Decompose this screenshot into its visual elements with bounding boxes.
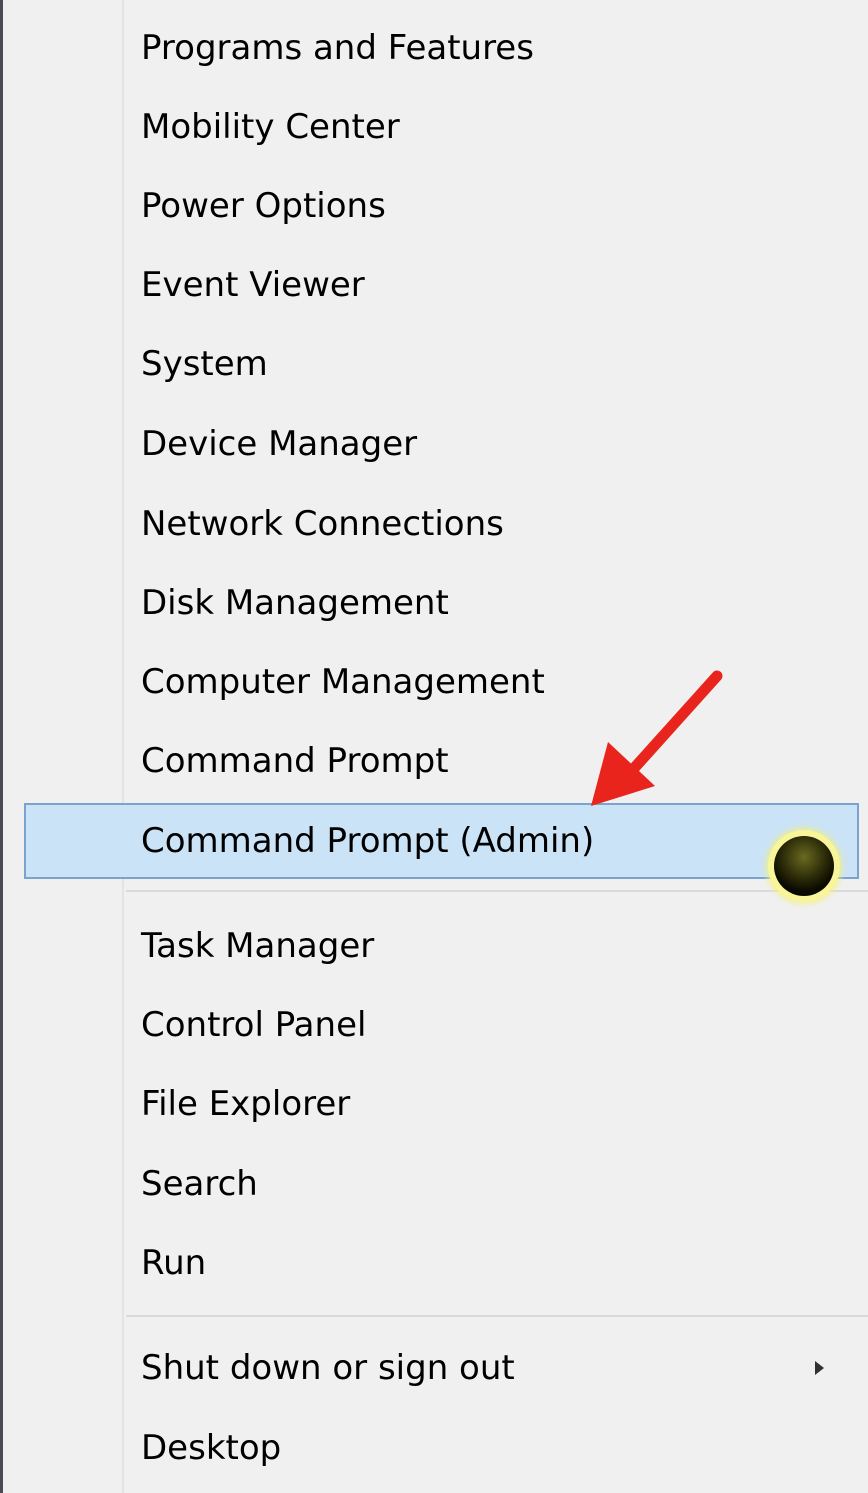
menu-item-label: Command Prompt (Admin)	[141, 821, 595, 861]
menu-item-label: Network Connections	[141, 504, 504, 544]
menu-item-label: Programs and Features	[141, 28, 534, 68]
menu-item-label: Control Panel	[141, 1005, 367, 1045]
menu-item-run[interactable]: Run	[3, 1225, 868, 1301]
menu-item-power-options[interactable]: Power Options	[3, 168, 868, 244]
menu-item-label: Disk Management	[141, 583, 449, 623]
menu-item-device-manager[interactable]: Device Manager	[3, 406, 868, 482]
menu-item-disk-management[interactable]: Disk Management	[3, 565, 868, 641]
menu-separator	[126, 890, 868, 892]
menu-item-label: Task Manager	[141, 926, 375, 966]
menu-item-network-connections[interactable]: Network Connections	[3, 486, 868, 562]
cursor-highlight-icon	[768, 830, 840, 902]
menu-item-label: Power Options	[141, 186, 386, 226]
menu-item-system[interactable]: System	[3, 326, 868, 402]
cursor-highlight-core	[774, 836, 834, 896]
menu-item-label: Desktop	[141, 1428, 282, 1468]
menu-item-computer-management[interactable]: Computer Management	[3, 644, 868, 720]
context-menu: Programs and Features Mobility Center Po…	[0, 0, 868, 1493]
menu-item-label: Computer Management	[141, 662, 545, 702]
menu-item-label: Event Viewer	[141, 265, 365, 305]
menu-item-mobility-center[interactable]: Mobility Center	[3, 89, 868, 165]
menu-item-label: Command Prompt	[141, 741, 449, 781]
submenu-arrow-icon	[815, 1361, 824, 1375]
menu-item-label: System	[141, 344, 268, 384]
menu-item-label: Device Manager	[141, 424, 418, 464]
menu-item-task-manager[interactable]: Task Manager	[3, 908, 868, 984]
menu-item-desktop[interactable]: Desktop	[3, 1410, 868, 1486]
menu-item-label: Search	[141, 1164, 258, 1204]
menu-item-shut-down-or-sign-out[interactable]: Shut down or sign out	[3, 1330, 868, 1406]
menu-item-label: Shut down or sign out	[141, 1348, 515, 1388]
menu-item-command-prompt[interactable]: Command Prompt	[3, 723, 868, 799]
menu-item-label: Mobility Center	[141, 107, 400, 147]
menu-item-programs-and-features[interactable]: Programs and Features	[3, 10, 868, 86]
menu-item-label: Run	[141, 1243, 207, 1283]
menu-item-command-prompt-admin[interactable]: Command Prompt (Admin)	[24, 803, 859, 879]
menu-item-label: File Explorer	[141, 1084, 351, 1124]
menu-item-control-panel[interactable]: Control Panel	[3, 987, 868, 1063]
menu-separator	[126, 1315, 868, 1317]
menu-item-event-viewer[interactable]: Event Viewer	[3, 247, 868, 323]
menu-item-file-explorer[interactable]: File Explorer	[3, 1066, 868, 1142]
menu-item-search[interactable]: Search	[3, 1146, 868, 1222]
